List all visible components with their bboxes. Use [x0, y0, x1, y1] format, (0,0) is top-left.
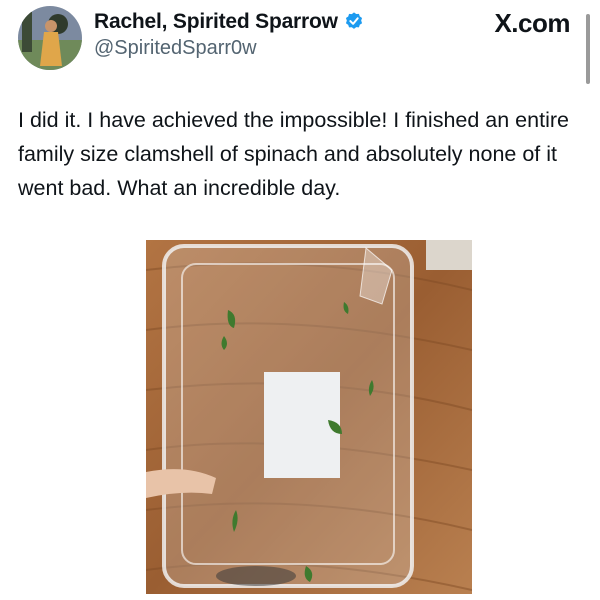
post-text: I did it. I have achieved the impossible…: [18, 108, 569, 200]
author-display-name[interactable]: Rachel, Spirited Sparrow: [94, 10, 365, 34]
verified-badge-icon: [343, 11, 365, 33]
avatar[interactable]: [18, 6, 82, 70]
site-label: X.com: [494, 8, 570, 38]
post-photo[interactable]: [146, 240, 472, 594]
scrollbar[interactable]: [586, 14, 590, 84]
author-name-text: Rachel, Spirited Sparrow: [94, 10, 338, 33]
author-handle[interactable]: @SpiritedSparr0w: [94, 37, 257, 60]
